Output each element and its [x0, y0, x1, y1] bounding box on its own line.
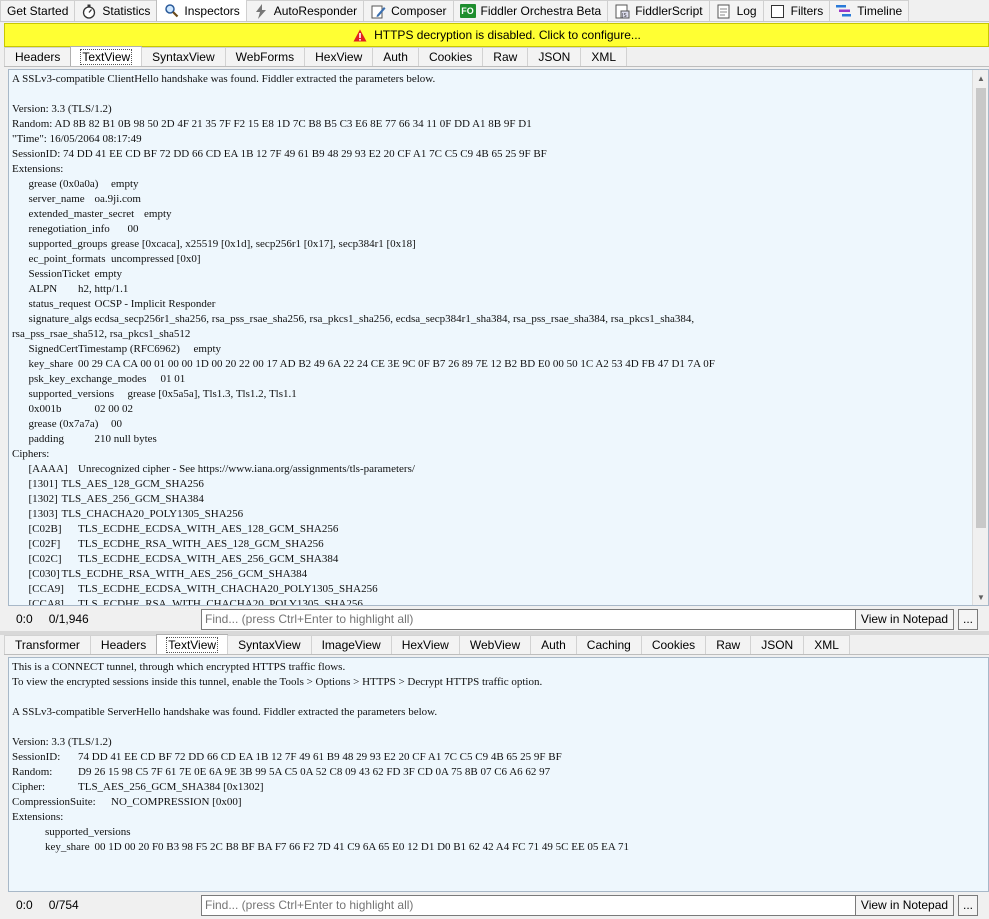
https-warning-banner[interactable]: HTTPS decryption is disabled. Click to c…	[4, 23, 989, 47]
char-count: 0/1,946	[48, 612, 89, 626]
warning-icon	[352, 27, 368, 43]
request-find-input[interactable]	[201, 608, 857, 630]
tab-filters[interactable]: Filters	[762, 0, 831, 21]
cursor-position: 0:0	[16, 898, 33, 912]
request-scrollbar[interactable]: ▲ ▼	[972, 70, 988, 605]
banner-text: HTTPS decryption is disabled. Click to c…	[374, 28, 641, 42]
request-more-button[interactable]: ...	[958, 608, 978, 630]
response-text[interactable]: This is a CONNECT tunnel, through which …	[9, 658, 988, 857]
svg-text:JS: JS	[621, 13, 627, 19]
tab-fiddlerscript[interactable]: JS FiddlerScript	[607, 0, 710, 21]
tab-response-imageview[interactable]: ImageView	[310, 635, 392, 654]
tab-inspectors[interactable]: Inspectors	[156, 0, 247, 21]
tab-label: AutoResponder	[273, 4, 358, 18]
tab-composer[interactable]: Composer	[363, 0, 454, 21]
tab-response-webview[interactable]: WebView	[458, 635, 532, 654]
response-more-button[interactable]: ...	[958, 894, 978, 916]
tab-label: Log	[736, 4, 757, 18]
char-count: 0/754	[48, 898, 79, 912]
tab-statistics[interactable]: Statistics	[74, 0, 158, 21]
response-status-bar: 0:0 0/754 View in Notepad ...	[8, 894, 989, 916]
tab-response-textview[interactable]: TextView	[156, 634, 229, 654]
tab-get-started[interactable]: Get Started	[0, 0, 76, 21]
tab-response-transformer[interactable]: Transformer	[4, 635, 91, 654]
tab-label: Fiddler Orchestra Beta	[480, 4, 602, 18]
pencil-icon	[370, 3, 386, 19]
tab-request-xml[interactable]: XML	[580, 47, 628, 66]
tab-request-json[interactable]: JSON	[527, 47, 582, 66]
tab-label: Inspectors	[184, 3, 240, 18]
response-inspector-tabs: Transformer Headers TextView SyntaxView …	[4, 634, 989, 655]
tab-log[interactable]: Log	[708, 0, 764, 21]
tab-request-syntaxview[interactable]: SyntaxView	[141, 47, 226, 66]
request-view-in-notepad-button[interactable]: View in Notepad	[855, 608, 954, 630]
tab-timeline[interactable]: Timeline	[829, 0, 910, 21]
tab-response-cookies[interactable]: Cookies	[640, 635, 707, 654]
request-status-bar: 0:0 0/1,946 View in Notepad ...	[8, 608, 989, 630]
magnifier-icon	[163, 3, 179, 19]
tab-request-hexview[interactable]: HexView	[304, 47, 374, 66]
tab-label: FiddlerScript	[635, 4, 703, 18]
tab-label: Statistics	[102, 4, 151, 18]
tab-request-auth[interactable]: Auth	[372, 47, 419, 66]
main-tab-bar: Get Started Statistics Inspectors AutoRe…	[0, 0, 989, 22]
log-icon	[716, 3, 732, 19]
fo-icon: FO	[459, 4, 476, 18]
timeline-icon	[836, 3, 852, 19]
scroll-up-icon[interactable]: ▲	[973, 71, 988, 85]
tab-response-hexview[interactable]: HexView	[390, 635, 460, 654]
response-find-input[interactable]	[201, 894, 857, 916]
cursor-position: 0:0	[16, 612, 33, 626]
tab-label: Get Started	[7, 4, 69, 18]
stopwatch-icon	[81, 3, 97, 19]
tab-label: Filters	[790, 4, 824, 18]
request-text-pane[interactable]: A SSLv3-compatible ClientHello handshake…	[8, 69, 989, 606]
tab-fiddler-orchestra[interactable]: FO Fiddler Orchestra Beta	[452, 0, 609, 21]
tab-response-auth[interactable]: Auth	[530, 635, 577, 654]
tab-request-cookies[interactable]: Cookies	[417, 47, 484, 66]
lightning-icon	[253, 3, 269, 19]
tab-response-caching[interactable]: Caching	[575, 635, 642, 654]
tab-label: Timeline	[857, 4, 903, 18]
request-inspector-tabs: Headers TextView SyntaxView WebForms Hex…	[4, 46, 989, 67]
tab-request-raw[interactable]: Raw	[482, 47, 529, 66]
checkbox-icon[interactable]	[770, 3, 786, 19]
request-text[interactable]: A SSLv3-compatible ClientHello handshake…	[9, 70, 988, 605]
tab-request-webforms[interactable]: WebForms	[224, 47, 306, 66]
response-view-in-notepad-button[interactable]: View in Notepad	[855, 894, 954, 916]
tab-response-xml[interactable]: XML	[803, 635, 850, 654]
script-icon: JS	[614, 3, 630, 19]
tab-response-json[interactable]: JSON	[750, 635, 805, 654]
tab-request-textview[interactable]: TextView	[70, 46, 143, 66]
tab-label: Composer	[391, 4, 447, 18]
scroll-thumb[interactable]	[976, 88, 986, 528]
scroll-down-icon[interactable]: ▼	[973, 590, 988, 604]
tab-response-headers[interactable]: Headers	[89, 635, 158, 654]
tab-autoresponder[interactable]: AutoResponder	[245, 0, 365, 21]
tab-response-raw[interactable]: Raw	[705, 635, 752, 654]
tab-response-syntaxview[interactable]: SyntaxView	[227, 635, 312, 654]
tab-request-headers[interactable]: Headers	[4, 47, 72, 66]
response-text-pane[interactable]: This is a CONNECT tunnel, through which …	[8, 657, 989, 892]
